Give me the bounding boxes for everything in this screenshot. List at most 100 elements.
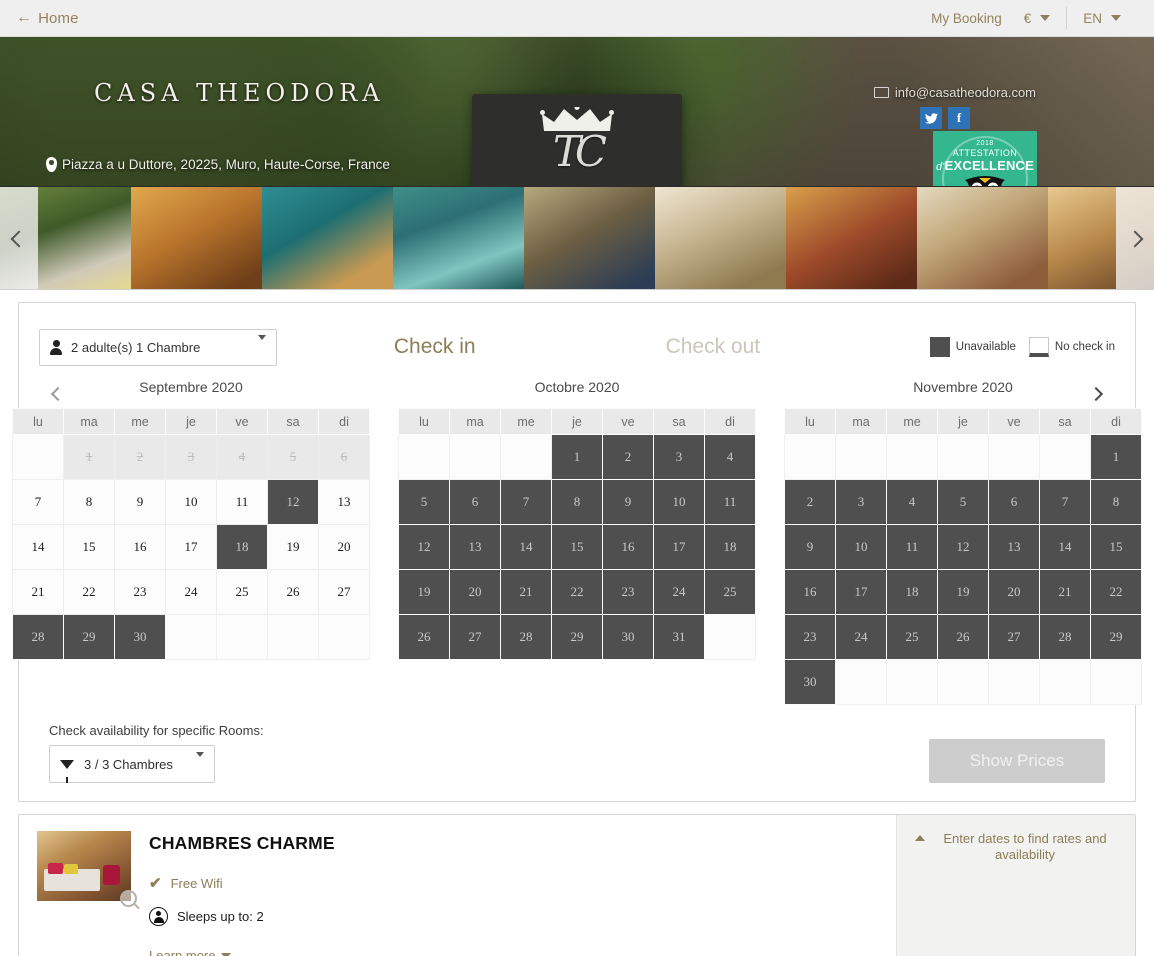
hotel-address: Piazza a u Duttore, 20225, Muro, Haute-C… [46, 157, 390, 172]
calendar-day-avail[interactable]: 24 [165, 569, 217, 615]
calendar-day-unav: 7 [1039, 479, 1091, 525]
room-feature-wifi: ✔ Free Wifi [149, 874, 878, 892]
calendar-week-row: 9 10 11 12 13 14 15 [784, 524, 1142, 570]
weekday-label: je [165, 408, 217, 435]
facebook-icon[interactable]: f [948, 107, 970, 129]
zoom-icon[interactable] [120, 890, 137, 907]
gallery-thumbnail[interactable] [262, 187, 393, 289]
calendar-day-avail[interactable]: 21 [12, 569, 64, 615]
check-in-field[interactable]: Check in [394, 335, 476, 359]
calendar-day-avail[interactable]: 26 [267, 569, 319, 615]
calendar-day-unav: 24 [835, 614, 887, 660]
calendar-day-past: 6 [318, 434, 370, 480]
calendar-month: Septembre 2020 lu ma me je ve sa di 1 2 3 4 5 6 7 8 9 10 1… [12, 373, 370, 705]
legend-label: No check in [1054, 341, 1115, 353]
calendar-day-avail[interactable]: 17 [165, 524, 217, 570]
weekday-label: sa [1039, 408, 1091, 435]
show-prices-button[interactable]: Show Prices [929, 739, 1105, 783]
calendar-day-unav: 15 [551, 524, 603, 570]
chevron-down-icon [221, 952, 232, 956]
chevron-right-icon [1126, 230, 1144, 247]
weekday-label: lu [398, 408, 450, 435]
calendar-day-unav: 21 [500, 569, 552, 615]
calendar-day-unav: 5 [398, 479, 450, 525]
gallery-thumbnail[interactable] [786, 187, 917, 289]
calendar-day-empty [988, 659, 1040, 705]
calendar-prev-button[interactable] [43, 379, 73, 409]
calendar-day-unav: 29 [1090, 614, 1142, 660]
calendar-day-empty [835, 434, 887, 480]
calendar-day-empty [886, 659, 938, 705]
weekday-label: di [318, 408, 370, 435]
calendar-day-empty [835, 659, 887, 705]
calendar-day-unav: 24 [653, 569, 705, 615]
calendar-day-unav: 14 [1039, 524, 1091, 570]
home-link[interactable]: ← Home [16, 10, 79, 27]
gallery-thumbnail[interactable] [655, 187, 786, 289]
calendar-day-avail[interactable]: 20 [318, 524, 370, 570]
gallery-next-button[interactable] [1116, 187, 1154, 289]
calendar-day-avail[interactable]: 25 [216, 569, 268, 615]
calendar-day-avail[interactable]: 23 [114, 569, 166, 615]
room-filter-row: Check availability for specific Rooms: 3… [37, 705, 1117, 789]
room-filter-value: 3 / 3 Chambres [84, 756, 173, 772]
guests-rooms-selector[interactable]: 2 adulte(s) 1 Chambre [39, 328, 277, 366]
calendar-day-past: 3 [165, 434, 217, 480]
calendar-week-row: 7 8 9 10 11 12 13 [12, 479, 370, 525]
calendar-day-empty [216, 614, 268, 660]
calendar-day-avail[interactable]: 27 [318, 569, 370, 615]
hotel-email[interactable]: info@casatheodora.com [873, 85, 1036, 100]
calendar-day-avail[interactable]: 13 [318, 479, 370, 525]
calendar-day-avail[interactable]: 15 [63, 524, 115, 570]
calendar-day-avail[interactable]: 19 [267, 524, 319, 570]
gallery-thumbnail[interactable] [524, 187, 655, 289]
room-thumbnail[interactable] [37, 831, 137, 907]
owl-icon [965, 175, 1005, 186]
weekday-label: ma [63, 408, 115, 435]
room-occupancy-label: Sleeps up to: 2 [177, 909, 264, 924]
calendar-day-unav: 26 [937, 614, 989, 660]
room-filter-select[interactable]: 3 / 3 Chambres [49, 745, 215, 783]
gallery-thumbnail[interactable] [393, 187, 524, 289]
calendar-month-list: Septembre 2020 lu ma me je ve sa di 1 2 3 4 5 6 7 8 9 10 1… [12, 373, 1142, 705]
learn-more-link[interactable]: Learn more [149, 948, 878, 956]
calendar-day-unav: 23 [784, 614, 836, 660]
weekday-label: ma [835, 408, 887, 435]
calendar-day-empty [784, 434, 836, 480]
calendar-day-unav: 25 [886, 614, 938, 660]
my-booking-link[interactable]: My Booking [920, 11, 1013, 26]
calendar-day-avail[interactable]: 22 [63, 569, 115, 615]
currency-selector[interactable]: € [1013, 11, 1062, 26]
calendar-week-row: 16 17 18 19 20 21 22 [784, 569, 1142, 615]
legend-label: Unavailable [955, 341, 1016, 353]
language-selector[interactable]: EN [1072, 11, 1132, 26]
calendar-next-button[interactable] [1081, 379, 1111, 409]
tripadvisor-excellence-badge: 2018 ATTESTATION d'EXCELLENCE [933, 131, 1037, 186]
calendar-month: Octobre 2020 lu ma me je ve sa di 1 2 3 4 5 6 7 8 9 10 11 1… [398, 373, 756, 705]
photo-gallery-strip [0, 187, 1154, 290]
calendar-day-unav: 17 [835, 569, 887, 615]
calendar-day-avail[interactable]: 16 [114, 524, 166, 570]
calendar-week-row: 19 20 21 22 23 24 25 [398, 569, 756, 615]
badge-line-2-text: EXCELLENCE [944, 157, 1035, 173]
chevron-down-icon [1040, 15, 1051, 21]
twitter-icon[interactable] [920, 107, 942, 129]
gallery-thumbnail[interactable] [131, 187, 262, 289]
calendar-weekday-header: lu ma me je ve sa di [398, 408, 756, 435]
calendar-day-empty [704, 614, 756, 660]
gallery-prev-button[interactable] [0, 187, 38, 289]
calendar-day-avail[interactable]: 10 [165, 479, 217, 525]
gallery-thumbnail[interactable] [917, 187, 1048, 289]
calendar-week-row: 2345678 [784, 479, 1142, 525]
weekday-label: me [886, 408, 938, 435]
check-out-field[interactable]: Check out [666, 335, 761, 359]
calendar-day-unav: 12 [398, 524, 450, 570]
calendar-day-unav: 5 [937, 479, 989, 525]
calendar-day-avail[interactable]: 11 [216, 479, 268, 525]
calendar-day-avail[interactable]: 14 [12, 524, 64, 570]
calendar-day-avail[interactable]: 8 [63, 479, 115, 525]
calendar-day-unav: 6 [449, 479, 501, 525]
calendar-day-avail[interactable]: 7 [12, 479, 64, 525]
chair-shape [103, 865, 120, 885]
calendar-day-avail[interactable]: 9 [114, 479, 166, 525]
